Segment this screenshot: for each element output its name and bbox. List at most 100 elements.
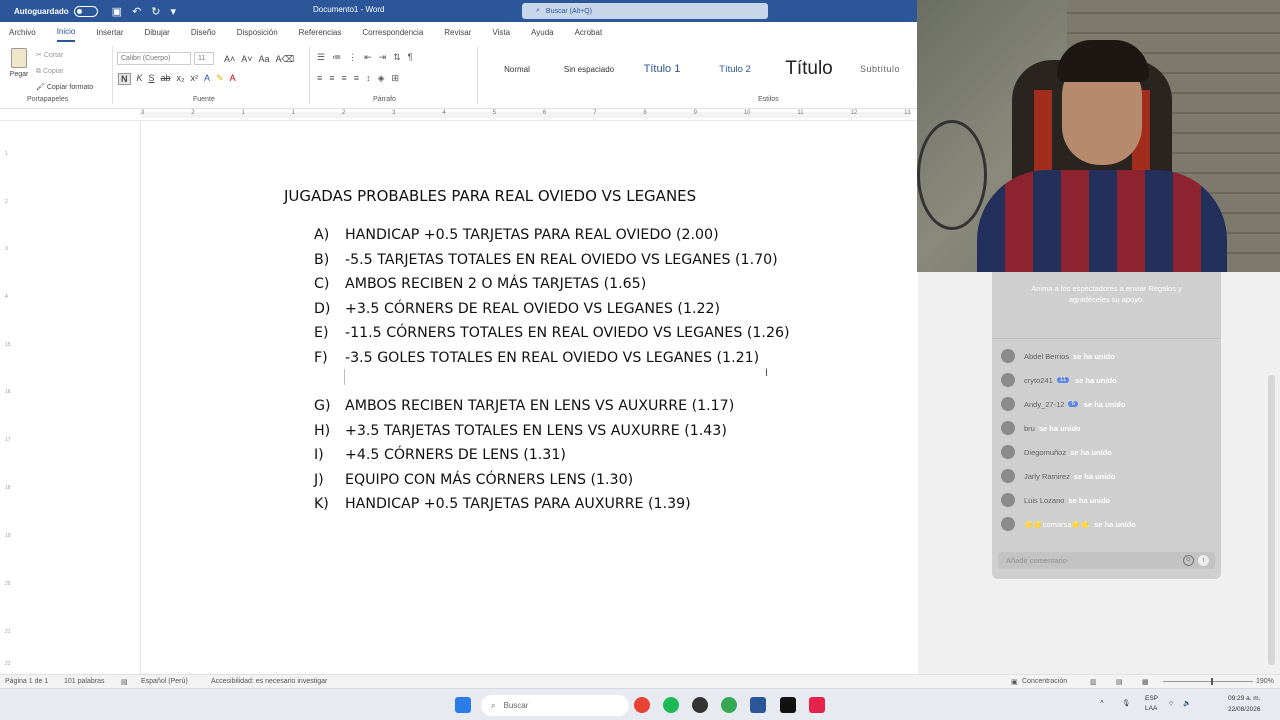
- language-indicator-sub[interactable]: LAA: [1145, 705, 1157, 712]
- multilevel-list-icon[interactable]: ⋮: [348, 52, 357, 63]
- tab-disposicion[interactable]: Disposición: [237, 24, 278, 41]
- word-icon[interactable]: [750, 697, 766, 713]
- taskbar-search[interactable]: ⌕ Buscar: [481, 695, 629, 716]
- horizontal-ruler[interactable]: 3 2 1 1 2 3 4 5 6 7 8 9 10 11 12 13: [0, 109, 918, 121]
- cut-button[interactable]: ✂ Cortar: [36, 48, 93, 64]
- language-indicator[interactable]: ESP: [1145, 695, 1158, 702]
- tab-insertar[interactable]: Insertar: [96, 24, 123, 41]
- clear-format-icon[interactable]: A⌫: [276, 54, 295, 65]
- tab-acrobat[interactable]: Acrobat: [575, 24, 603, 41]
- format-painter-button[interactable]: 🖌 Copiar formato: [36, 80, 93, 96]
- numbering-icon[interactable]: ≔: [332, 52, 341, 63]
- mic-icon[interactable]: 🎙: [1122, 699, 1130, 707]
- tab-revisar[interactable]: Revisar: [444, 24, 471, 41]
- spotify-icon[interactable]: [663, 697, 679, 713]
- align-center-icon[interactable]: ≡: [329, 73, 334, 84]
- avatar: [1001, 493, 1015, 507]
- autosave-toggle[interactable]: Autoguardado: [14, 5, 98, 17]
- clock-date[interactable]: 22/08/2026: [1228, 706, 1261, 713]
- italic-button[interactable]: K: [137, 73, 143, 85]
- align-left-icon[interactable]: ≡: [317, 73, 322, 84]
- justify-icon[interactable]: ≡: [354, 73, 359, 84]
- vertical-ruler[interactable]: 1 2 3 4 15 16 17 18 19 20 21 22: [3, 121, 13, 674]
- print-layout-icon[interactable]: ▤: [1116, 678, 1123, 686]
- borders-icon[interactable]: ⊞: [391, 73, 399, 84]
- start-icon[interactable]: [455, 697, 471, 713]
- sort-icon[interactable]: ⇅: [393, 52, 401, 63]
- highlight-icon[interactable]: ✎: [216, 73, 224, 85]
- superscript-button[interactable]: x²: [191, 73, 199, 85]
- style-heading-2[interactable]: Título 2: [698, 64, 772, 75]
- tab-archivo[interactable]: Archivo: [9, 24, 36, 41]
- web-layout-icon[interactable]: ▦: [1142, 678, 1149, 686]
- tab-dibujar[interactable]: Dibujar: [145, 24, 170, 41]
- tab-referencias[interactable]: Referencias: [299, 24, 342, 41]
- underline-button[interactable]: S: [149, 73, 155, 85]
- emoji-icon[interactable]: ☺: [1183, 555, 1194, 566]
- clock-time[interactable]: 09:29 a. m.: [1228, 695, 1261, 702]
- font-family-select[interactable]: Calibri (Cuerpo): [117, 52, 191, 65]
- vertical-scrollbar[interactable]: [1268, 375, 1275, 665]
- increase-indent-icon[interactable]: ⇥: [379, 52, 387, 63]
- style-title[interactable]: Título: [772, 58, 846, 80]
- level-badge: 6: [1068, 401, 1078, 407]
- comment-input[interactable]: Añadir comentario ☺ ↑: [998, 552, 1215, 569]
- chrome-icon[interactable]: [634, 697, 650, 713]
- style-normal[interactable]: Normal: [482, 65, 552, 74]
- wifi-icon[interactable]: ⌔: [1168, 699, 1174, 708]
- tab-ayuda[interactable]: Ayuda: [531, 24, 554, 41]
- volume-icon[interactable]: 🔈: [1183, 699, 1191, 707]
- page-count[interactable]: Página 1 de 1: [5, 678, 48, 685]
- copy-button[interactable]: ⧉ Copiar: [36, 64, 93, 80]
- style-no-spacing[interactable]: Sin espaciado: [552, 65, 626, 74]
- grow-font-icon[interactable]: A˄: [224, 54, 235, 65]
- subscript-button[interactable]: x₂: [177, 73, 185, 85]
- divider: [477, 46, 478, 104]
- toggle-switch[interactable]: [73, 5, 98, 17]
- decrease-indent-icon[interactable]: ⇤: [364, 52, 372, 63]
- style-subtitle[interactable]: Subtítulo: [846, 64, 914, 74]
- focus-icon[interactable]: ▣: [1011, 678, 1018, 686]
- send-icon[interactable]: ↑: [1198, 555, 1209, 566]
- bold-button[interactable]: N: [118, 73, 131, 85]
- text-effects-icon[interactable]: A: [204, 73, 210, 85]
- shrink-font-icon[interactable]: A˅: [241, 54, 252, 65]
- paste-button[interactable]: Pegar: [8, 48, 30, 78]
- align-right-icon[interactable]: ≡: [342, 73, 347, 84]
- obs-icon[interactable]: [692, 697, 708, 713]
- font-size-select[interactable]: 11: [194, 52, 214, 65]
- shading-icon[interactable]: ◈: [378, 73, 385, 84]
- language-status[interactable]: Español (Perú): [141, 678, 188, 685]
- accessibility-status[interactable]: Accesibilidad: es necesario investigar: [211, 678, 327, 685]
- redo-icon[interactable]: ↻: [151, 5, 160, 18]
- read-mode-icon[interactable]: ▥: [1090, 678, 1097, 686]
- tab-vista[interactable]: Vista: [492, 24, 510, 41]
- tab-correspondencia[interactable]: Correspondencia: [362, 24, 423, 41]
- show-marks-icon[interactable]: ¶: [408, 52, 413, 63]
- font-color-icon[interactable]: A: [230, 73, 236, 85]
- change-case-icon[interactable]: Aa: [259, 54, 270, 65]
- list-item: J) EQUIPO CON MÁS CÓRNERS LENS (1.30): [314, 471, 634, 488]
- undo-icon[interactable]: ↶: [132, 5, 141, 18]
- proofing-icon[interactable]: ▤: [121, 678, 128, 686]
- tab-inicio[interactable]: Inicio: [56, 23, 76, 42]
- tab-diseno[interactable]: Diseño: [191, 24, 216, 41]
- chrome-profile-icon[interactable]: [721, 697, 737, 713]
- search-input[interactable]: ⌕ Buscar (Alt+Q): [522, 3, 768, 19]
- zoom-slider[interactable]: [1163, 678, 1253, 685]
- webcam-feed: [917, 0, 1280, 272]
- zoom-level[interactable]: 190%: [1256, 678, 1274, 685]
- document-canvas[interactable]: 1 2 3 4 15 16 17 18 19 20 21 22 JUGADAS …: [0, 121, 918, 674]
- avatar: [1001, 469, 1015, 483]
- line-spacing-icon[interactable]: ↕: [366, 73, 371, 84]
- save-icon[interactable]: ▣: [112, 5, 122, 18]
- focus-mode[interactable]: Concentración: [1022, 678, 1067, 685]
- style-heading-1[interactable]: Título 1: [626, 63, 698, 75]
- live-studio-icon[interactable]: [809, 697, 825, 713]
- tray-chevron-icon[interactable]: ˄: [1100, 699, 1104, 706]
- tiktok-icon[interactable]: [780, 697, 796, 713]
- word-count[interactable]: 101 palabras: [64, 678, 104, 685]
- bullets-icon[interactable]: ☰: [317, 52, 325, 63]
- customize-toolbar-icon[interactable]: ▾: [171, 5, 177, 18]
- strikethrough-button[interactable]: ab: [161, 73, 171, 85]
